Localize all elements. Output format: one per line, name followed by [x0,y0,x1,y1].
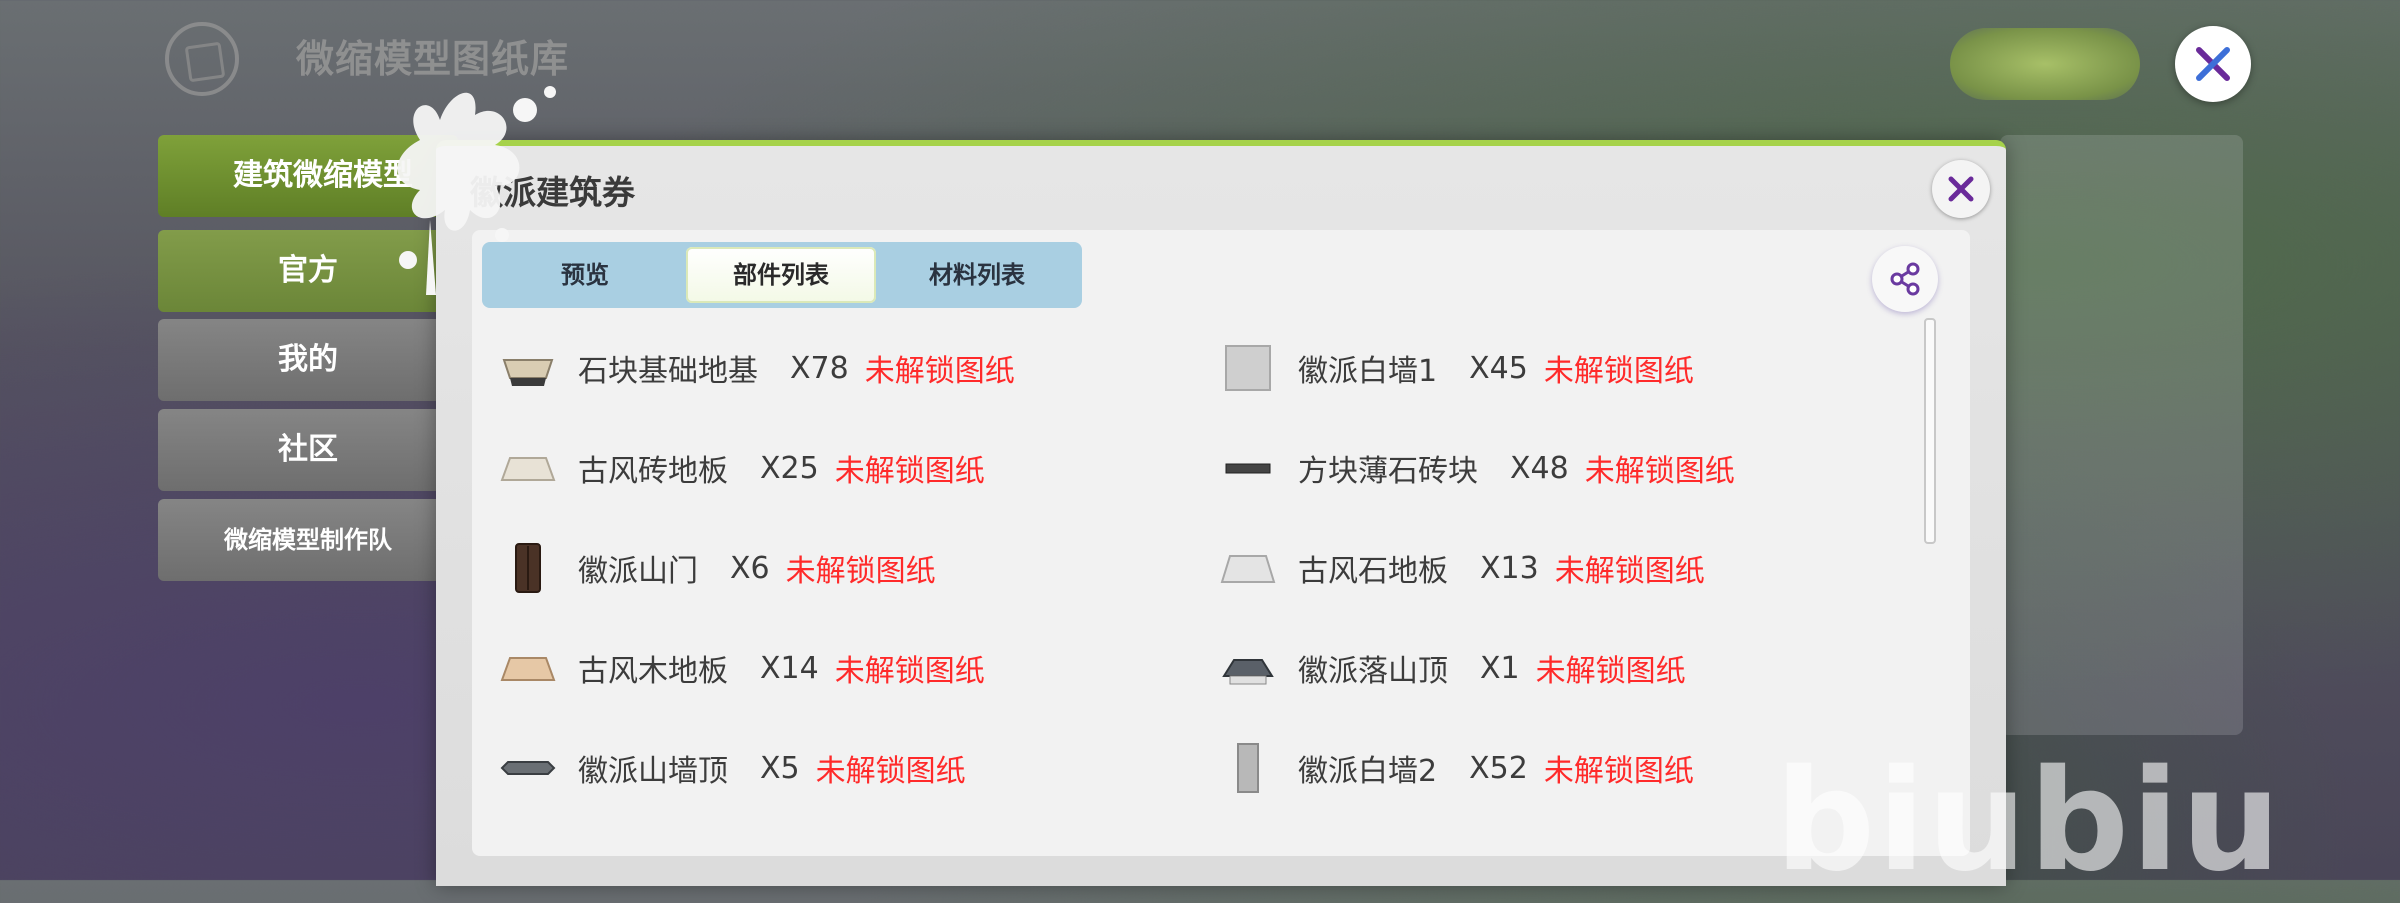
watermark: biubiu [1775,740,2283,903]
part-quantity: X45 [1469,350,1528,386]
parts-modal: 徽派建筑券 预览 部件列表 材料列表 石块基础地基 X78 未解锁图纸 古风砖地… [436,140,2006,886]
part-status: 未解锁图纸 [1543,354,1694,389]
blueprint-library-logo-icon [165,22,239,96]
part-name: 徽派白墙2 [1298,754,1438,789]
part-name: 徽派白墙1 [1298,354,1438,389]
modal-content: 预览 部件列表 材料列表 石块基础地基 X78 未解锁图纸 古风砖地板 X25 … [472,230,1970,856]
sidebar-item-team[interactable]: 微缩模型制作队 [158,499,458,581]
part-quantity: X52 [1469,750,1528,786]
modal-close-button[interactable] [1932,160,1990,218]
list-item[interactable]: 徽派白墙2 X52 未解锁图纸 [1218,738,1694,798]
part-name: 石块基础地基 [578,354,758,389]
part-name: 古风石地板 [1298,554,1448,589]
list-item[interactable]: 徽派白墙1 X45 未解锁图纸 [1218,338,1694,398]
part-quantity: X6 [730,550,770,586]
part-quantity: X25 [760,450,819,486]
white-wall-icon [1218,338,1278,398]
part-status: 未解锁图纸 [1543,754,1694,789]
list-item[interactable]: 古风木地板 X14 未解锁图纸 [498,638,985,698]
stone-floor-icon [1218,538,1278,598]
close-icon [1948,176,1974,202]
close-icon [2196,47,2230,81]
gable-roof-icon [498,738,558,798]
part-status: 未解锁图纸 [1535,654,1686,689]
part-quantity: X48 [1510,450,1569,486]
list-item[interactable]: 古风砖地板 X25 未解锁图纸 [498,438,985,498]
part-name: 徽派落山顶 [1298,654,1448,689]
wood-floor-icon [498,638,558,698]
part-name: 古风木地板 [578,654,728,689]
hip-roof-icon [1218,638,1278,698]
list-item[interactable]: 方块薄石砖块 X48 未解锁图纸 [1218,438,1735,498]
list-item[interactable]: 古风石地板 X13 未解锁图纸 [1218,538,1705,598]
part-status: 未解锁图纸 [834,654,985,689]
part-name: 方块薄石砖块 [1298,454,1478,489]
part-quantity: X13 [1480,550,1539,586]
paint-splat-decoration [397,86,556,295]
green-action-button[interactable] [1950,28,2140,100]
part-quantity: X5 [760,750,800,786]
brick-floor-icon [498,438,558,498]
white-wall-2-icon [1218,738,1278,798]
part-quantity: X14 [760,650,819,686]
parts-list: 石块基础地基 X78 未解锁图纸 古风砖地板 X25 未解锁图纸 徽派山门 X6… [472,230,1912,856]
part-status: 未解锁图纸 [1554,554,1705,589]
part-name: 徽派山墙顶 [578,754,728,789]
part-quantity: X78 [790,350,849,386]
part-status: 未解锁图纸 [815,754,966,789]
background-panel [2000,135,2243,735]
list-scrollbar[interactable] [1924,318,1936,544]
thin-stone-brick-icon [1218,438,1278,498]
part-quantity: X1 [1480,650,1520,686]
part-status: 未解锁图纸 [785,554,936,589]
part-status: 未解锁图纸 [864,354,1015,389]
part-status: 未解锁图纸 [1584,454,1735,489]
list-item[interactable]: 徽派落山顶 X1 未解锁图纸 [1218,638,1686,698]
main-close-button[interactable] [2175,26,2251,102]
list-item[interactable]: 徽派山墙顶 X5 未解锁图纸 [498,738,966,798]
part-name: 古风砖地板 [578,454,728,489]
part-status: 未解锁图纸 [834,454,985,489]
part-name: 徽派山门 [578,554,698,589]
sidebar-item-community[interactable]: 社区 [158,409,458,491]
door-icon [498,538,558,598]
list-item[interactable]: 徽派山门 X6 未解锁图纸 [498,538,936,598]
